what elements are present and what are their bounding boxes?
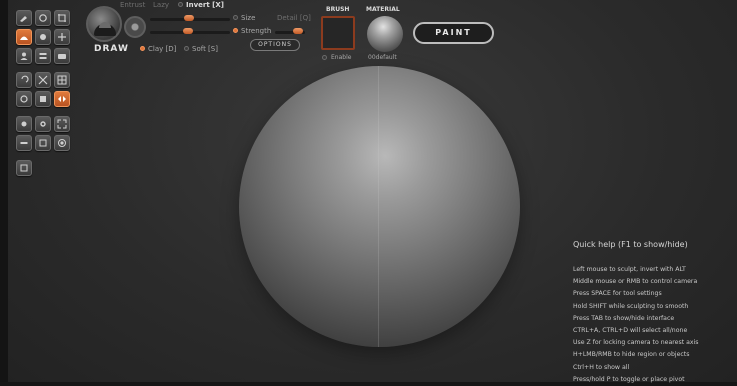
user-tool-button[interactable]	[16, 48, 32, 64]
crop-tool-button[interactable]	[54, 10, 70, 26]
camera-tool-button[interactable]	[16, 116, 32, 132]
strength-dot[interactable]	[233, 28, 238, 33]
folder-icon	[58, 54, 66, 59]
paint-button[interactable]: PAINT	[413, 22, 494, 44]
clay-toggle[interactable]	[140, 46, 145, 51]
rotate-icon	[39, 14, 47, 22]
mask-icon	[40, 34, 46, 40]
settings-icon	[40, 121, 46, 127]
detail-label: Detail [Q]	[277, 14, 311, 22]
size-dot[interactable]	[233, 15, 238, 20]
material-preview[interactable]	[367, 16, 403, 52]
brush-icon	[20, 16, 27, 22]
strength-slider-knob[interactable]	[292, 28, 303, 34]
reset-tool-button[interactable]	[16, 160, 32, 176]
layers-tool-button[interactable]	[35, 48, 51, 64]
help-line: Press SPACE for tool settings	[573, 290, 662, 298]
sculpt-active-icon	[20, 36, 28, 40]
symmetry-active-icon	[58, 96, 66, 102]
scale-icon	[39, 139, 47, 147]
minus-icon	[20, 142, 28, 144]
viewport[interactable]: Entrust Lazy Invert [X] Size Detail [Q] …	[0, 0, 737, 386]
move-icon	[58, 33, 66, 41]
help-line: CTRL+A, CTRL+D will select all/none	[573, 327, 688, 335]
paint-tool-button[interactable]	[35, 91, 51, 107]
draw-tool-label: DRAW	[94, 44, 129, 54]
help-line: H+LMB/RMB to hide region or objects	[573, 351, 690, 359]
expand-tool-button[interactable]	[54, 116, 70, 132]
help-line: Ctrl+H to show all	[573, 363, 630, 371]
symmetry-line	[378, 66, 379, 347]
soft-label: Soft [S]	[192, 45, 218, 53]
brush-header: BRUSH	[326, 6, 350, 13]
refresh-tool-button[interactable]	[16, 91, 32, 107]
strength-label: Strength	[241, 27, 272, 35]
expand-icon	[57, 119, 67, 129]
grid-tool-button[interactable]	[54, 72, 70, 88]
brush-dial[interactable]	[86, 6, 122, 42]
material-name: 00default	[368, 54, 397, 61]
sculpt-tool-button[interactable]	[16, 29, 32, 45]
scale-tool-button[interactable]	[35, 135, 51, 151]
brush-tip-highlight	[99, 22, 111, 28]
quick-help-title: Quick help (F1 to show/hide)	[573, 240, 688, 249]
grid-icon	[57, 75, 67, 85]
entrust-label: Entrust	[120, 1, 146, 9]
size-slider-knob[interactable]	[184, 15, 194, 21]
pivot-tool-button[interactable]	[54, 135, 70, 151]
strength-slider-knob-left[interactable]	[183, 28, 193, 34]
reset-icon	[20, 164, 28, 172]
crop-icon	[58, 14, 66, 22]
help-line: Press TAB to show/hide interface	[573, 314, 675, 322]
rotate-tool-button[interactable]	[35, 10, 51, 26]
brush-tool-button[interactable]	[16, 10, 32, 26]
folder-tool-button[interactable]	[54, 48, 70, 64]
clay-label: Clay [D]	[148, 45, 177, 53]
camera-icon	[21, 121, 27, 127]
symmetry-tool-button[interactable]	[54, 91, 70, 107]
invert-label: Invert [X]	[186, 1, 224, 9]
transform-tool-button[interactable]	[35, 72, 51, 88]
help-line: Left mouse to sculpt, invert with ALT	[573, 266, 686, 273]
options-button[interactable]: OPTIONS	[250, 39, 300, 51]
invert-toggle[interactable]	[178, 2, 183, 7]
user-icon	[20, 52, 28, 60]
sculpt-sphere[interactable]	[239, 66, 520, 347]
size-label: Size	[241, 14, 256, 22]
layers-icon	[39, 53, 47, 59]
stroke-dial[interactable]	[124, 16, 146, 38]
brush-enable-label: Enable	[331, 54, 352, 61]
brush-alpha-swatch[interactable]	[321, 16, 355, 50]
lazy-label: Lazy	[153, 1, 170, 9]
quick-help-list: Left mouse to sculpt, invert with ALT Mi…	[573, 264, 737, 386]
material-header: MATERIAL	[366, 6, 400, 13]
soft-toggle[interactable]	[184, 46, 189, 51]
left-edge	[0, 0, 8, 386]
mask-tool-button[interactable]	[35, 29, 51, 45]
help-line: Middle mouse or RMB to control camera	[573, 278, 698, 286]
help-line: Hold SHIFT while sculpting to smooth	[573, 302, 689, 310]
transform-icon	[38, 75, 48, 85]
undo-icon	[21, 75, 29, 83]
pivot-icon	[58, 139, 66, 147]
undo-tool-button[interactable]	[16, 72, 32, 88]
help-line: Press/hold P to toggle or place pivot	[573, 375, 685, 383]
paint-icon	[40, 96, 46, 102]
minus-tool-button[interactable]	[16, 135, 32, 151]
move-tool-button[interactable]	[54, 29, 70, 45]
brush-enable-toggle[interactable]	[322, 55, 327, 60]
refresh-icon	[20, 95, 28, 103]
help-line: Use Z for locking camera to nearest axis	[573, 339, 699, 347]
settings-tool-button[interactable]	[35, 116, 51, 132]
